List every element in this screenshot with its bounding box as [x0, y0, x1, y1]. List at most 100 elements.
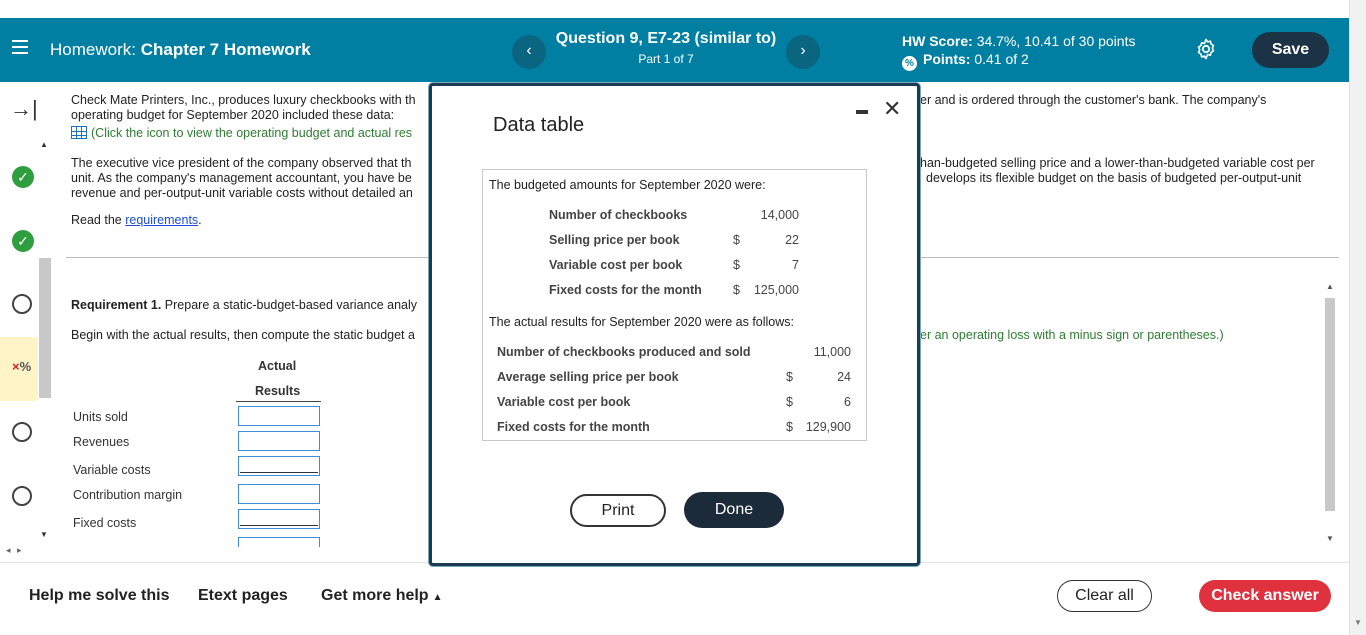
partial-credit-icon: % — [902, 56, 917, 71]
rail-scroll-down-icon[interactable]: ▼ — [40, 530, 48, 539]
settings-gear-icon[interactable] — [1194, 37, 1218, 61]
operating-income-input[interactable] — [238, 537, 320, 547]
row-label-fixed-costs: Fixed costs — [73, 516, 137, 530]
question-status-complete-icon[interactable]: ✓ — [12, 166, 34, 188]
get-more-help-label: Get more help — [321, 587, 429, 604]
points-value: 0.41 of 2 — [974, 51, 1029, 67]
row-label-revenues: Revenues — [73, 435, 130, 449]
budget-row-value: 14,000 — [760, 208, 799, 222]
problem-scenario-continued: han-budgeted selling price and a lower-t… — [920, 156, 1340, 186]
hw-score-value: 34.7%, 10.41 of 30 points — [976, 33, 1136, 49]
intro-line-1: Check Mate Printers, Inc., produces luxu… — [71, 93, 416, 107]
scenario-line-3: revenue and per-output-unit variable cos… — [71, 186, 413, 200]
close-icon[interactable]: ✕ — [883, 96, 901, 122]
question-part: Part 1 of 7 — [638, 52, 694, 66]
budget-row-value: 125,000 — [753, 283, 799, 297]
print-button[interactable]: Print — [570, 494, 666, 527]
question-status-open-icon[interactable] — [12, 294, 32, 314]
minimize-icon[interactable] — [856, 110, 868, 114]
requirement-1: Requirement 1. Prepare a static-budget-b… — [71, 298, 431, 312]
points-label: Points: — [923, 51, 971, 67]
homework-title-prefix: Homework: — [50, 40, 136, 59]
data-table-dialog: Data table ✕ The budgeted amounts for Se… — [429, 83, 920, 566]
scenario-line-2: unit. As the company's management accoun… — [71, 171, 412, 185]
check-answer-button[interactable]: Check answer — [1199, 580, 1331, 612]
actual-row-label: Fixed costs for the month — [497, 420, 650, 434]
help-me-solve-button[interactable]: Help me solve this — [29, 587, 170, 605]
budget-row-label: Selling price per book — [549, 233, 680, 247]
hw-score-label: HW Score: — [902, 33, 973, 49]
budget-row-currency: $ — [733, 233, 740, 247]
scenario-right-line-1: han-budgeted selling price and a lower-t… — [920, 156, 1315, 170]
page-scrollbar[interactable]: ▼ — [1349, 0, 1366, 635]
homework-title: Homework: Chapter 7 Homework — [50, 40, 311, 60]
expand-panel-icon[interactable]: →| — [10, 96, 38, 122]
fixed-costs-input[interactable] — [238, 509, 320, 529]
budget-row-label: Number of checkbooks — [549, 208, 688, 222]
scenario-line-1: The executive vice president of the comp… — [71, 156, 412, 170]
data-table-link-text[interactable]: (Click the icon to view the operating bu… — [91, 126, 412, 140]
actual-row-label: Variable cost per book — [497, 395, 631, 409]
problem-intro: Check Mate Printers, Inc., produces luxu… — [71, 93, 431, 141]
variable-costs-input[interactable] — [238, 456, 320, 476]
hamburger-menu-icon[interactable] — [12, 40, 28, 54]
question-status-open-icon[interactable] — [12, 486, 32, 506]
hw-score: HW Score: 34.7%, 10.41 of 30 points — [902, 33, 1135, 49]
read-prefix: Read the — [71, 213, 122, 227]
rail-scrollbar[interactable] — [39, 258, 51, 398]
subtotal-underline — [240, 525, 318, 526]
caret-up-icon: ▲ — [432, 592, 443, 603]
row-label-variable-costs: Variable costs — [73, 463, 151, 477]
question-status-complete-icon[interactable]: ✓ — [12, 230, 34, 252]
clear-all-button[interactable]: Clear all — [1057, 580, 1152, 612]
data-table-link[interactable]: (Click the icon to view the operating bu… — [71, 126, 431, 141]
horizontal-scroll-arrows[interactable]: ◂ ▸ — [6, 545, 24, 556]
partial-credit-icon: ×% — [12, 359, 32, 374]
requirements-link[interactable]: requirements — [125, 213, 198, 227]
get-more-help-button[interactable]: Get more help ▲ — [321, 587, 442, 605]
page-scroll-down-icon[interactable]: ▼ — [1354, 618, 1362, 627]
instruction-text: Begin with the actual results, then comp… — [71, 328, 415, 342]
question-title: Question 9, E7-23 (similar to) — [555, 30, 777, 47]
budget-row-label: Fixed costs for the month — [549, 283, 702, 297]
rail-scroll-up-icon[interactable]: ▲ — [40, 140, 48, 149]
actual-row-value: 6 — [844, 395, 851, 409]
budget-row-currency: $ — [733, 283, 740, 297]
etext-pages-button[interactable]: Etext pages — [198, 587, 288, 605]
requirement-text: Prepare a static-budget-based variance a… — [164, 298, 418, 312]
contribution-margin-input[interactable] — [238, 484, 320, 504]
intro-line-2: operating budget for September 2020 incl… — [71, 108, 395, 122]
table-scroll-up-icon[interactable]: ▲ — [1326, 282, 1334, 291]
requirement-label: Requirement 1. — [71, 298, 162, 312]
actual-row-value: 11,000 — [813, 345, 851, 359]
question-navigation-rail: →| ▲ ✓ ✓ ×% ▼ — [0, 82, 58, 562]
budget-row-value: 7 — [792, 258, 799, 272]
data-table-icon[interactable] — [71, 126, 87, 139]
chevron-left-icon: ‹ — [526, 42, 532, 59]
read-suffix: . — [198, 213, 202, 227]
homework-title-name: Chapter 7 Homework — [140, 40, 311, 59]
question-points: % Points: 0.41 of 2 — [902, 51, 1029, 71]
units-sold-input[interactable] — [238, 406, 320, 426]
chevron-right-icon: › — [800, 42, 806, 59]
next-question-button[interactable]: › — [786, 35, 820, 69]
column-header-underline — [236, 401, 321, 402]
actual-row-value: 24 — [837, 370, 851, 384]
actual-heading: The actual results for September 2020 we… — [489, 315, 795, 329]
subtotal-underline — [240, 472, 318, 473]
assignment-header: Homework: Chapter 7 Homework ‹ Question … — [0, 18, 1349, 82]
read-requirements: Read the requirements. — [71, 213, 202, 227]
done-button[interactable]: Done — [684, 492, 784, 528]
row-label-contribution-margin: Contribution margin — [73, 488, 183, 502]
current-question-indicator[interactable]: ×% — [0, 337, 38, 401]
table-scrollbar-thumb[interactable] — [1325, 298, 1335, 511]
question-status-open-icon[interactable] — [12, 422, 32, 442]
save-button[interactable]: Save — [1252, 32, 1329, 68]
problem-intro-continued: er and is ordered through the customer's… — [920, 93, 1267, 107]
input-hint: er an operating loss with a minus sign o… — [920, 328, 1224, 342]
table-scroll-down-icon[interactable]: ▼ — [1326, 534, 1334, 543]
budget-row-currency: $ — [733, 258, 740, 272]
revenues-input[interactable] — [238, 431, 320, 451]
budget-row-label: Variable cost per book — [549, 258, 683, 272]
problem-scenario: The executive vice president of the comp… — [71, 156, 431, 201]
